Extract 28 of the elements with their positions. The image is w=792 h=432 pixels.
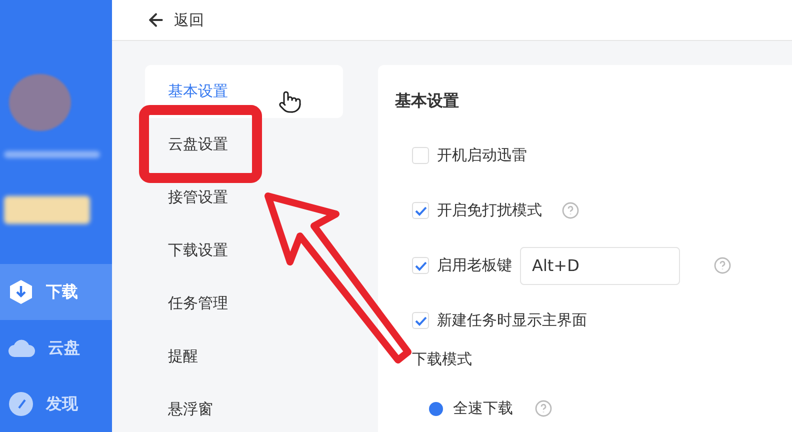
section-label: 下载模式 bbox=[411, 350, 473, 369]
option-label: 新建任务时显示主界面 bbox=[437, 311, 587, 330]
option-label: 启用老板键 bbox=[437, 256, 512, 275]
checkbox[interactable] bbox=[412, 312, 429, 329]
radio-button[interactable] bbox=[429, 402, 443, 416]
checkbox[interactable] bbox=[412, 202, 429, 219]
hand-cursor-icon bbox=[278, 90, 302, 114]
checkbox[interactable] bbox=[412, 147, 429, 164]
hotkey-field[interactable]: Alt+D bbox=[520, 246, 680, 284]
cloud-icon bbox=[8, 337, 36, 359]
settings-menu-item[interactable]: 悬浮窗 bbox=[145, 383, 343, 432]
settings-menu-item[interactable]: 接管设置 bbox=[145, 171, 343, 224]
option-label: 开机启动迅雷 bbox=[437, 146, 527, 165]
nav-label: 发现 bbox=[46, 394, 78, 414]
option-label: 开启免打扰模式 bbox=[437, 201, 542, 220]
settings-menu-item[interactable]: 云盘设置 bbox=[145, 118, 343, 171]
compass-icon bbox=[8, 391, 34, 417]
back-button[interactable]: 返回 bbox=[146, 10, 204, 30]
settings-menu-item[interactable]: 提醒 bbox=[145, 330, 343, 383]
download-icon bbox=[8, 279, 34, 305]
radio-label: 全速下载 bbox=[453, 399, 513, 418]
checkbox[interactable] bbox=[412, 257, 429, 274]
nav-label: 下载 bbox=[46, 282, 78, 302]
panel-title: 基本设置 bbox=[395, 91, 460, 112]
settings-menu-item[interactable]: 任务管理 bbox=[145, 277, 343, 330]
settings-menu-item[interactable]: 下载设置 bbox=[145, 224, 343, 277]
avatar bbox=[9, 74, 71, 132]
nav-label: 云盘 bbox=[48, 338, 80, 358]
